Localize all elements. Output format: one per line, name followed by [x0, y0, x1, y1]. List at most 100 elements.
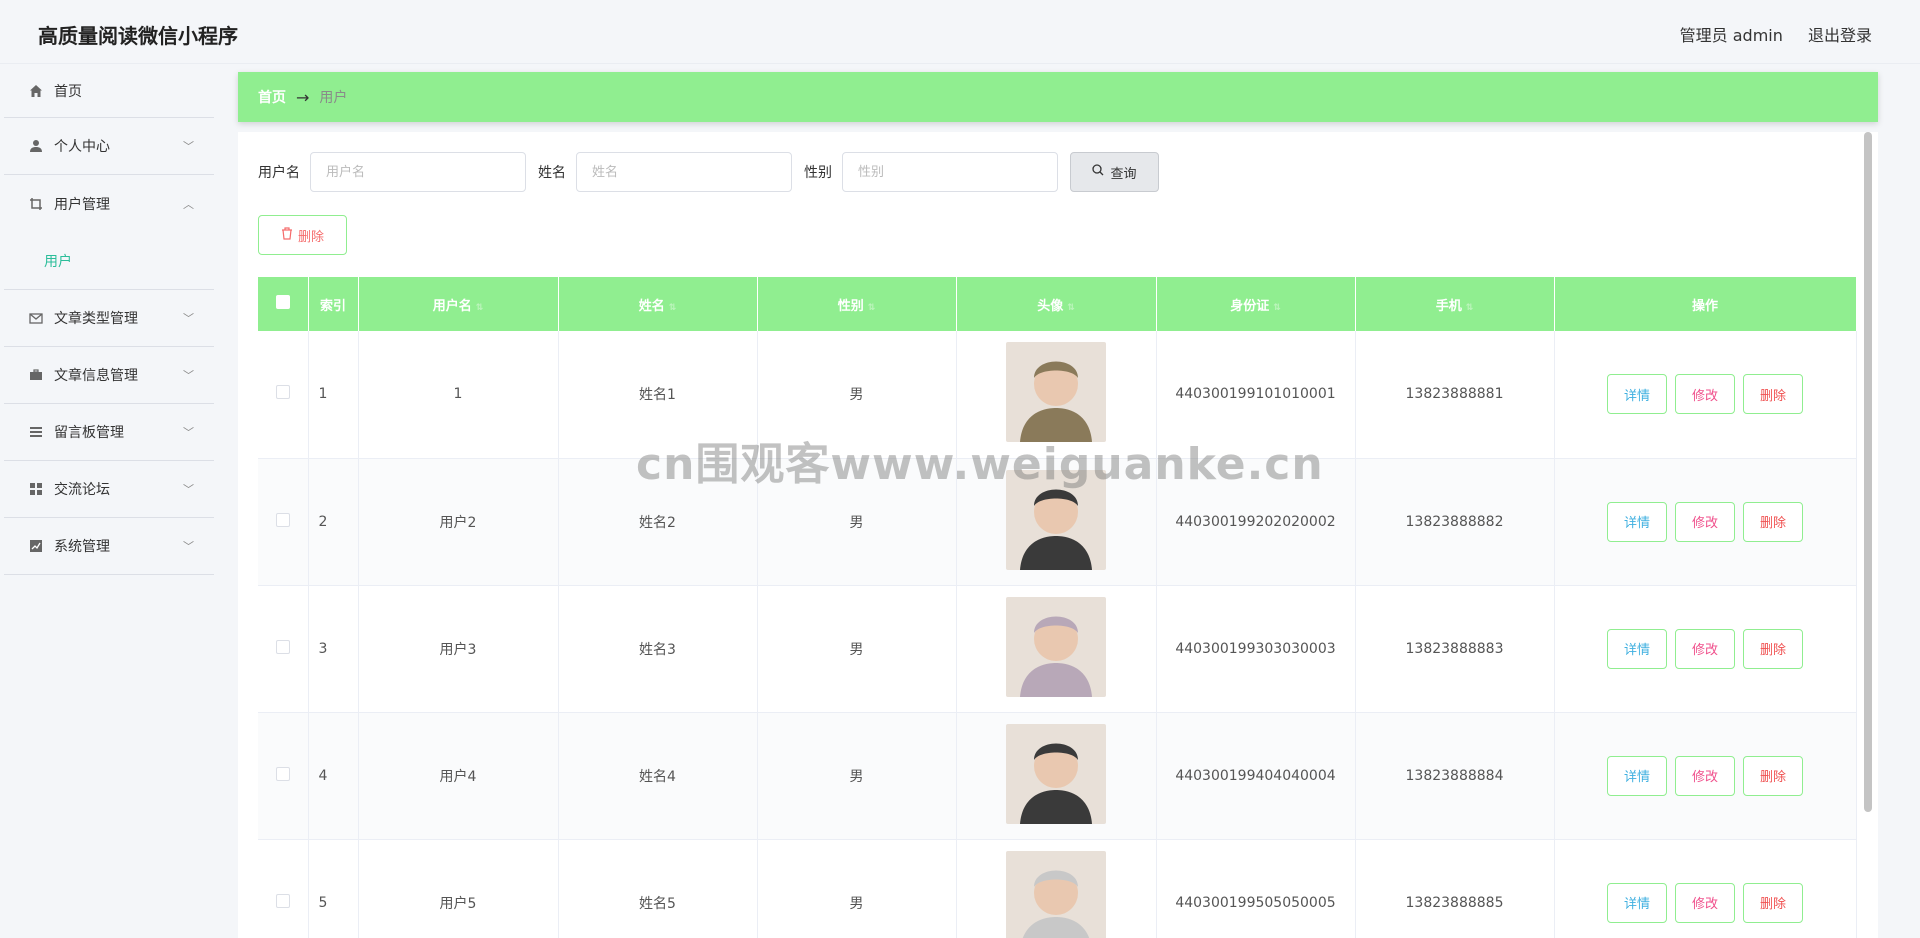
column-header-id-card[interactable]: 身份证 ⇅ [1156, 277, 1356, 331]
row-select-cell[interactable] [258, 458, 309, 586]
breadcrumb-home[interactable]: 首页 [258, 87, 286, 107]
edit-button[interactable]: 修改 [1675, 501, 1735, 542]
row-select-cell[interactable] [258, 712, 309, 840]
main-area: 首页 → 用户 用户名 姓名 性别 查询 删除 [238, 70, 1878, 938]
row-index: 5 [308, 839, 359, 938]
delete-button[interactable]: 删除 [1743, 755, 1803, 796]
row-phone: 13823888885 [1355, 839, 1555, 938]
sidebar-item-article-type-management[interactable]: 文章类型管理 ﹀ [4, 290, 214, 347]
row-select-cell[interactable] [258, 585, 309, 713]
select-all-cell[interactable] [258, 277, 309, 331]
sort-icon[interactable]: ⇅ [669, 303, 677, 313]
row-actions: 详情 修改 删除 [1554, 712, 1857, 840]
sidebar-item-forum[interactable]: 交流论坛 ﹀ [4, 461, 214, 518]
delete-button[interactable]: 删除 [1743, 882, 1803, 923]
detail-button[interactable]: 详情 [1607, 628, 1667, 669]
avatar[interactable] [1006, 469, 1106, 570]
row-select-cell[interactable] [258, 331, 309, 459]
sidebar-item-label: 用户管理 [54, 196, 110, 213]
row-username: 用户2 [358, 458, 559, 586]
sidebar-subitem-users[interactable]: 用户 [4, 232, 214, 290]
logout-link[interactable]: 退出登录 [1808, 26, 1872, 45]
sidebar-item-label: 文章类型管理 [54, 311, 138, 327]
row-id-card: 440300199505050005 [1156, 839, 1356, 938]
avatar[interactable] [1006, 596, 1106, 697]
sort-icon[interactable]: ⇅ [1273, 303, 1281, 313]
sort-icon[interactable]: ⇅ [1067, 303, 1075, 313]
delete-button[interactable]: 删除 [1743, 628, 1803, 669]
sidebar-item-message-board-management[interactable]: 留言板管理 ﹀ [4, 404, 214, 461]
row-actions: 详情 修改 删除 [1554, 839, 1857, 938]
avatar[interactable] [1006, 850, 1106, 938]
column-header-avatar[interactable]: 头像 ⇅ [956, 277, 1157, 331]
avatar[interactable] [1006, 342, 1106, 443]
detail-button[interactable]: 详情 [1607, 501, 1667, 542]
edit-button[interactable]: 修改 [1675, 374, 1735, 415]
sidebar-item-user-management[interactable]: 用户管理 ︿ [4, 175, 214, 232]
detail-button[interactable]: 详情 [1607, 374, 1667, 415]
user-table: 索引 用户名 ⇅ 姓名 ⇅ 性别 ⇅ 头像 ⇅ 身份证 ⇅ 手机 ⇅ 操作 1 1 姓名1 … [258, 277, 1857, 938]
delete-button[interactable]: 删除 [1743, 374, 1803, 415]
top-right-area: 管理员 admin 退出登录 [1660, 22, 1872, 46]
row-username: 用户5 [358, 839, 559, 938]
column-header-name[interactable]: 姓名 ⇅ [558, 277, 758, 331]
chevron-down-icon: ﹀ [183, 426, 194, 439]
select-all-checkbox[interactable] [275, 295, 290, 309]
chevron-down-icon: ﹀ [183, 312, 194, 325]
avatar[interactable] [1006, 723, 1106, 824]
column-header-gender[interactable]: 性别 ⇅ [757, 277, 957, 331]
chevron-down-icon: ﹀ [183, 483, 194, 496]
sidebar-item-personal-center[interactable]: 个人中心 ﹀ [4, 118, 214, 175]
breadcrumb-current: 用户 [319, 90, 348, 106]
batch-delete-button[interactable]: 删除 [258, 215, 347, 255]
column-header-phone[interactable]: 手机 ⇅ [1355, 277, 1555, 331]
row-username: 用户4 [358, 712, 559, 840]
detail-button[interactable]: 详情 [1607, 755, 1667, 796]
row-id-card: 440300199404040004 [1156, 712, 1356, 840]
row-actions: 详情 修改 删除 [1554, 331, 1857, 459]
content-panel: 用户名 姓名 性别 查询 删除 [238, 132, 1878, 938]
sidebar-item-article-info-management[interactable]: 文章信息管理 ﹀ [4, 347, 214, 404]
sidebar-item-label: 交流论坛 [54, 482, 110, 498]
grid-icon [28, 481, 44, 497]
row-gender: 男 [757, 458, 957, 586]
table-header-row: 索引 用户名 ⇅ 姓名 ⇅ 性别 ⇅ 头像 ⇅ 身份证 ⇅ 手机 ⇅ 操作 [258, 277, 1857, 331]
edit-button[interactable]: 修改 [1675, 628, 1735, 669]
sidebar-item-system-management[interactable]: 系统管理 ﹀ [4, 518, 214, 575]
crop-icon [28, 196, 44, 212]
row-gender: 男 [757, 839, 957, 938]
row-checkbox[interactable] [275, 385, 290, 400]
edit-button[interactable]: 修改 [1675, 882, 1735, 923]
edit-button[interactable]: 修改 [1675, 755, 1735, 796]
batch-delete-label: 删除 [297, 229, 324, 245]
sort-icon[interactable]: ⇅ [476, 303, 484, 313]
sidebar-item-home[interactable]: 首页 [4, 64, 214, 118]
query-button[interactable]: 查询 [1070, 152, 1159, 192]
table-row: 5 用户5 姓名5 男 440300199505050005 138238888… [258, 839, 1857, 938]
detail-button[interactable]: 详情 [1607, 882, 1667, 923]
sort-icon[interactable]: ⇅ [1466, 303, 1474, 313]
name-input[interactable] [576, 152, 792, 192]
row-select-cell[interactable] [258, 839, 309, 938]
row-name: 姓名2 [558, 458, 758, 586]
sidebar-item-label: 首页 [54, 83, 82, 100]
chevron-up-icon: ︿ [183, 197, 194, 211]
row-checkbox[interactable] [275, 639, 290, 654]
delete-button[interactable]: 删除 [1743, 501, 1803, 542]
search-icon [1092, 164, 1104, 180]
home-icon [28, 83, 44, 99]
sort-icon[interactable]: ⇅ [868, 303, 876, 313]
row-phone: 13823888884 [1355, 712, 1555, 840]
row-checkbox[interactable] [275, 512, 290, 527]
sidebar: 首页 个人中心 ﹀ 用户管理 ︿ 用户 文章类型管理 ﹀ 文章信息管理 ﹀ 留言… [4, 64, 214, 938]
column-header-username[interactable]: 用户名 ⇅ [358, 277, 559, 331]
row-checkbox[interactable] [275, 766, 290, 781]
gender-input[interactable] [842, 152, 1058, 192]
row-gender: 男 [757, 712, 957, 840]
row-checkbox[interactable] [275, 893, 290, 908]
vertical-scrollbar[interactable] [1864, 132, 1872, 812]
column-header-index: 索引 [308, 277, 359, 331]
row-avatar-cell [956, 458, 1157, 586]
sidebar-item-label: 系统管理 [54, 539, 110, 555]
username-input[interactable] [310, 152, 526, 192]
